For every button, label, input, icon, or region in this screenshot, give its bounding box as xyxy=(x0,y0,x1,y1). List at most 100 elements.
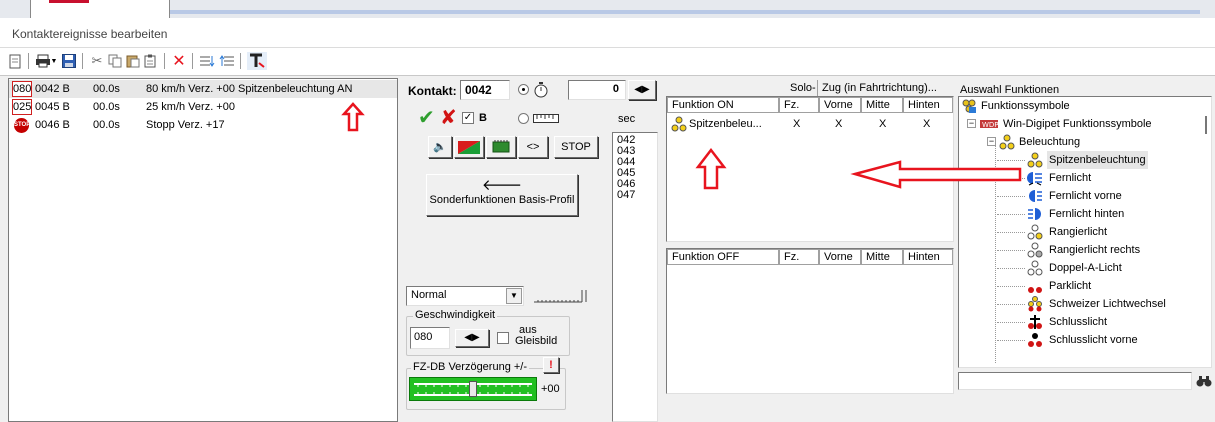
function-on-name: Spitzenbeleu... xyxy=(689,118,762,130)
tree-child-label: Win-Digipet Funktionssymbole xyxy=(1003,118,1152,130)
counter-spinner[interactable]: ◀▶ xyxy=(628,80,656,100)
toolbar: ▼ ✂ ✕ xyxy=(0,48,1215,76)
solo-label: Solo- xyxy=(790,82,816,94)
cancel-x-icon[interactable]: ✘ xyxy=(440,108,458,128)
distance-radio[interactable] xyxy=(518,113,529,124)
new-icon[interactable] xyxy=(6,52,24,70)
function-on-row[interactable]: Spitzenbeleu... X X X X xyxy=(667,115,953,133)
move-up-icon[interactable] xyxy=(218,52,236,70)
tree-root-label: Funktionssymbole xyxy=(981,100,1070,112)
tree-item-label: Spitzenbeleuchtung xyxy=(1047,151,1148,169)
counter-input[interactable]: 0 xyxy=(568,80,626,100)
contact-row[interactable]: 025 0045 B 00.0s 25 km/h Verz. +00 xyxy=(9,98,397,116)
contact-list[interactable]: 080 0042 B 00.0s 80 km/h Verz. +00 Spitzenb… xyxy=(8,78,398,422)
zug-label: Zug (in Fahrtrichtung)... xyxy=(822,82,937,94)
signal-button[interactable] xyxy=(454,136,484,158)
contact-description: Stopp Verz. +17 xyxy=(146,119,225,131)
tree-header: Auswahl Funktionen xyxy=(960,84,1060,96)
info-button[interactable]: ! xyxy=(543,357,559,373)
tree-item-label: Parklicht xyxy=(1049,280,1092,292)
window-title: Kontaktereignisse bearbeiten xyxy=(12,27,168,41)
contact-number-item[interactable]: 047 xyxy=(617,190,653,201)
schweizer-icon xyxy=(1027,296,1043,312)
collapse-icon[interactable]: − xyxy=(967,119,976,128)
speed-group: Geschwindigkeit 080 ◀▶ aus Gleisbild xyxy=(406,309,570,356)
fzdb-slider[interactable] xyxy=(409,377,537,401)
speed-spinner[interactable]: ◀▶ xyxy=(455,329,489,347)
move-down-icon[interactable] xyxy=(198,52,216,70)
function-off-table[interactable]: Funktion OFF Fz. Vorne Mitte Hinten xyxy=(666,248,954,394)
contact-code: 0042 B xyxy=(35,83,70,95)
contact-editor-panel: Kontakt: 0042 0 ◀▶ ✔ ✘ ✓ B sec 🔈 <> STOP… xyxy=(400,78,660,422)
contact-row[interactable]: STOP 0046 B 00.0s Stopp Verz. +17 xyxy=(9,116,397,134)
fzdb-slider-thumb[interactable] xyxy=(469,381,477,397)
ruler-slider-icon[interactable] xyxy=(532,284,590,308)
sec-label: sec xyxy=(618,113,636,125)
function-off-header: Funktion OFF xyxy=(667,249,779,265)
save-icon[interactable] xyxy=(60,52,78,70)
tree-item-label: Fernlicht hinten xyxy=(1049,208,1125,220)
tree-item-label: Doppel-A-Licht xyxy=(1049,262,1122,274)
tree-search-input[interactable] xyxy=(958,372,1192,390)
fzdb-label: FZ-DB Verzögerung +/- xyxy=(411,361,530,373)
fzdb-group: FZ-DB Verzögerung +/- ! +00 xyxy=(406,357,566,410)
contact-number-list[interactable]: 042 043 044 045 046 047 xyxy=(612,132,658,422)
tree-scrollbar-thumb[interactable] xyxy=(1205,116,1207,134)
svg-text:WDP: WDP xyxy=(982,121,999,129)
cut-icon[interactable]: ✂ xyxy=(88,52,106,70)
text-tool-icon[interactable] xyxy=(246,52,268,70)
contact-mode-radio[interactable] xyxy=(518,84,529,95)
spitzen-icon xyxy=(1027,152,1043,168)
schlusslicht-vorne-icon xyxy=(1027,332,1043,348)
kontakt-label: Kontakt: xyxy=(408,84,457,98)
beleuchtung-icon xyxy=(999,134,1015,150)
ruler-icon xyxy=(533,111,559,125)
function-tree[interactable]: Funktionssymbole − WDP Win-Digipet Funkt… xyxy=(958,96,1212,368)
tree-item-label: Fernlicht xyxy=(1049,172,1092,184)
speed-group-label: Geschwindigkeit xyxy=(413,309,498,321)
paste-special-icon[interactable] xyxy=(142,52,160,70)
fzdb-value: +00 xyxy=(541,383,560,395)
parklicht-icon xyxy=(1027,278,1043,294)
schlusslicht-icon xyxy=(1027,314,1043,330)
delete-icon[interactable]: ✕ xyxy=(170,52,188,70)
chevron-down-icon[interactable]: ▼ xyxy=(506,288,522,304)
kontakt-input[interactable]: 0042 xyxy=(460,80,510,100)
rangierlicht-icon xyxy=(1027,224,1043,240)
decoder-button[interactable] xyxy=(486,136,516,158)
b-checkbox[interactable]: ✓ xyxy=(462,112,474,124)
confirm-check-icon[interactable]: ✔ xyxy=(418,108,438,128)
tree-group-label: Beleuchtung xyxy=(1019,136,1081,148)
direction-button[interactable]: <> xyxy=(518,136,548,158)
paste-icon[interactable] xyxy=(124,52,142,70)
sonderfunktionen-label: Sonderfunktionen Basis-Profil xyxy=(429,194,575,206)
gleisbild-checkbox[interactable] xyxy=(497,332,509,344)
function-group-header: Solo- Zug (in Fahrtrichtung)... xyxy=(666,78,954,96)
copy-icon[interactable] xyxy=(106,52,124,70)
contact-row[interactable]: 080 0042 B 00.0s 80 km/h Verz. +00 Spitzenb… xyxy=(9,80,397,98)
speed-input[interactable]: 080 xyxy=(410,327,450,349)
sonderfunktionen-button[interactable]: 🡐 Sonderfunktionen Basis-Profil xyxy=(426,174,578,216)
binoculars-icon[interactable] xyxy=(1196,373,1212,389)
contact-code: 0045 B xyxy=(35,101,70,113)
print-dropdown-icon[interactable]: ▼ xyxy=(50,52,58,70)
function-on-header: Funktion ON xyxy=(667,97,779,113)
off-col-fz: Fz. xyxy=(779,249,819,265)
fernlicht-hinten-icon xyxy=(1027,206,1043,222)
sound-button[interactable]: 🔈 xyxy=(428,136,452,158)
on-mark-hinten: X xyxy=(923,118,931,130)
mode-select[interactable]: Normal ▼ xyxy=(406,286,524,306)
contact-time: 00.0s xyxy=(93,119,120,131)
contact-description: 25 km/h Verz. +00 xyxy=(146,101,235,113)
b-label: B xyxy=(479,112,487,124)
off-col-vorne: Vorne xyxy=(819,249,861,265)
function-on-table[interactable]: Funktion ON Fz. Vorne Mitte Hinten Spitz… xyxy=(666,96,954,242)
win-digipet-icon: WDP xyxy=(979,116,999,132)
on-col-vorne: Vorne xyxy=(819,97,861,113)
tree-item-label: Fernlicht vorne xyxy=(1049,190,1122,202)
on-mark-vorne: X xyxy=(835,118,843,130)
contact-description: 80 km/h Verz. +00 Spitzenbeleuchtung AN xyxy=(146,83,353,95)
stop-sign-icon: STOP xyxy=(14,118,30,133)
top-strip xyxy=(0,0,1215,18)
stop-button[interactable]: STOP xyxy=(554,136,598,158)
